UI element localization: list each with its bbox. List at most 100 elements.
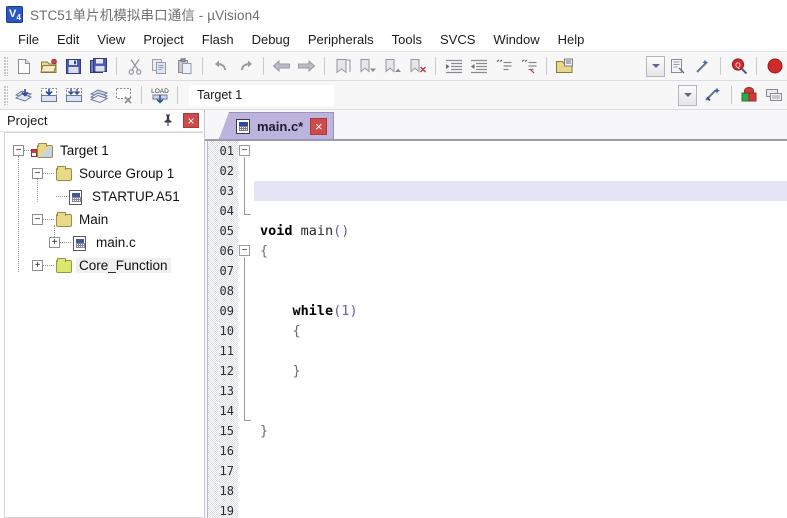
tree-node-main-c[interactable]: + main.c	[5, 231, 203, 254]
build-toolbar: LOAD Target 1	[0, 81, 787, 110]
editor-area: main.c* 01 02 03 04 05 06 07 08 09 10	[204, 110, 787, 518]
configuration-wizard-icon[interactable]	[552, 55, 577, 78]
menu-item-project[interactable]: Project	[134, 30, 192, 49]
tree-node-target-1[interactable]: − Target 1	[5, 139, 203, 162]
open-file-icon[interactable]	[36, 55, 61, 78]
target-selector[interactable]: Target 1	[189, 84, 334, 106]
code-editor[interactable]: 01 02 03 04 05 06 07 08 09 10 11 12 13 1…	[207, 141, 787, 518]
menu-bar: File Edit View Project Flash Debug Perip…	[0, 28, 787, 52]
menu-item-flash[interactable]: Flash	[193, 30, 243, 49]
project-panel-title: Project	[7, 113, 48, 128]
stop-record-icon[interactable]	[762, 55, 787, 78]
code-brace: }	[260, 363, 301, 379]
bookmark-toggle-icon[interactable]	[330, 55, 355, 78]
fold-toggle-icon[interactable]: −	[239, 245, 250, 256]
code-brace: {	[260, 243, 269, 259]
code-punct: )	[349, 303, 358, 319]
target-options-icon[interactable]	[701, 84, 726, 107]
manage-project-items-icon[interactable]	[737, 84, 762, 107]
code-line: }	[254, 361, 787, 381]
navigate-forward-icon[interactable]	[294, 55, 319, 78]
menu-item-edit[interactable]: Edit	[48, 30, 88, 49]
code-identifier: main	[300, 223, 334, 239]
expander-icon[interactable]: +	[32, 260, 43, 271]
close-icon[interactable]	[183, 113, 199, 128]
undo-icon[interactable]	[208, 55, 233, 78]
batch-build-icon[interactable]	[86, 84, 111, 107]
tree-node-source-group-1[interactable]: − Source Group 1	[5, 162, 203, 185]
fold-toggle-icon[interactable]: −	[239, 145, 250, 156]
line-number: 15	[219, 424, 234, 438]
save-icon[interactable]	[61, 55, 86, 78]
fold-guide	[244, 157, 245, 215]
main-toolbar: Q	[0, 52, 787, 81]
toolbar-grip[interactable]	[4, 85, 8, 105]
menu-item-peripherals[interactable]: Peripherals	[299, 30, 383, 49]
tree-connector	[43, 265, 54, 266]
tree-connector	[60, 242, 71, 243]
expander-icon[interactable]: −	[13, 145, 24, 156]
bookmark-prev-icon[interactable]	[355, 55, 380, 78]
multi-project-icon[interactable]	[762, 84, 787, 107]
code-line: void main()	[254, 221, 787, 241]
uvision-logo-icon	[6, 5, 23, 23]
svg-text:Q: Q	[735, 63, 741, 70]
title-bar: STC51单片机模拟串口通信 - µVision4	[0, 0, 787, 28]
new-file-icon[interactable]	[11, 55, 36, 78]
bookmark-clear-icon[interactable]	[405, 55, 430, 78]
tree-node-core-function[interactable]: + Core_Function	[5, 254, 203, 277]
menu-item-window[interactable]: Window	[484, 30, 548, 49]
menu-item-svcs[interactable]: SVCS	[431, 30, 484, 49]
uncomment-icon[interactable]	[516, 55, 541, 78]
tree-node-label: STARTUP.A51	[92, 189, 180, 204]
download-icon[interactable]: LOAD	[147, 84, 172, 107]
code-line: }	[254, 421, 787, 441]
close-icon[interactable]	[310, 117, 328, 135]
code-text-area[interactable]: void main() { while(1) { } }	[254, 141, 787, 518]
expander-icon[interactable]: −	[32, 214, 43, 225]
toolbar-grip[interactable]	[4, 56, 8, 76]
comment-icon[interactable]	[491, 55, 516, 78]
menu-item-tools[interactable]: Tools	[383, 30, 431, 49]
navigate-backward-icon[interactable]	[269, 55, 294, 78]
tree-node-main[interactable]: − Main	[5, 208, 203, 231]
tree-connector	[43, 173, 54, 174]
paste-icon[interactable]	[172, 55, 197, 78]
menu-item-view[interactable]: View	[88, 30, 134, 49]
outdent-icon[interactable]	[466, 55, 491, 78]
pin-icon[interactable]	[161, 113, 177, 129]
menu-item-debug[interactable]: Debug	[243, 30, 299, 49]
menu-item-file[interactable]: File	[9, 30, 48, 49]
expander-icon[interactable]: −	[32, 168, 43, 179]
code-fold-margin[interactable]: − −	[238, 141, 254, 518]
combo-dropdown-icon[interactable]	[646, 55, 665, 77]
save-all-icon[interactable]	[86, 55, 111, 78]
indent-icon[interactable]	[441, 55, 466, 78]
expander-icon[interactable]: +	[49, 237, 60, 248]
cut-icon[interactable]	[122, 55, 147, 78]
folder-icon	[56, 212, 73, 227]
line-number: 05	[219, 224, 234, 238]
redo-icon[interactable]	[233, 55, 258, 78]
line-number: 13	[219, 384, 234, 398]
line-number: 04	[219, 204, 234, 218]
bookmark-next-icon[interactable]	[380, 55, 405, 78]
debug-print-icon[interactable]	[665, 55, 690, 78]
find-in-files-icon[interactable]: Q	[726, 55, 751, 78]
rebuild-all-icon[interactable]	[61, 84, 86, 107]
window-title: STC51单片机模拟串口通信 - µVision4	[30, 8, 260, 23]
translate-icon[interactable]	[11, 84, 36, 107]
copy-icon[interactable]	[147, 55, 172, 78]
magic-wand-icon[interactable]	[690, 55, 715, 78]
tab-main-c[interactable]: main.c*	[219, 112, 335, 139]
menu-item-help[interactable]: Help	[549, 30, 594, 49]
code-line: while(1)	[254, 301, 787, 321]
stop-build-icon[interactable]	[111, 84, 136, 107]
tree-node-startup-a51[interactable]: STARTUP.A51	[5, 185, 203, 208]
build-target-icon[interactable]	[36, 84, 61, 107]
target-dropdown-arrow-icon[interactable]	[678, 84, 697, 106]
